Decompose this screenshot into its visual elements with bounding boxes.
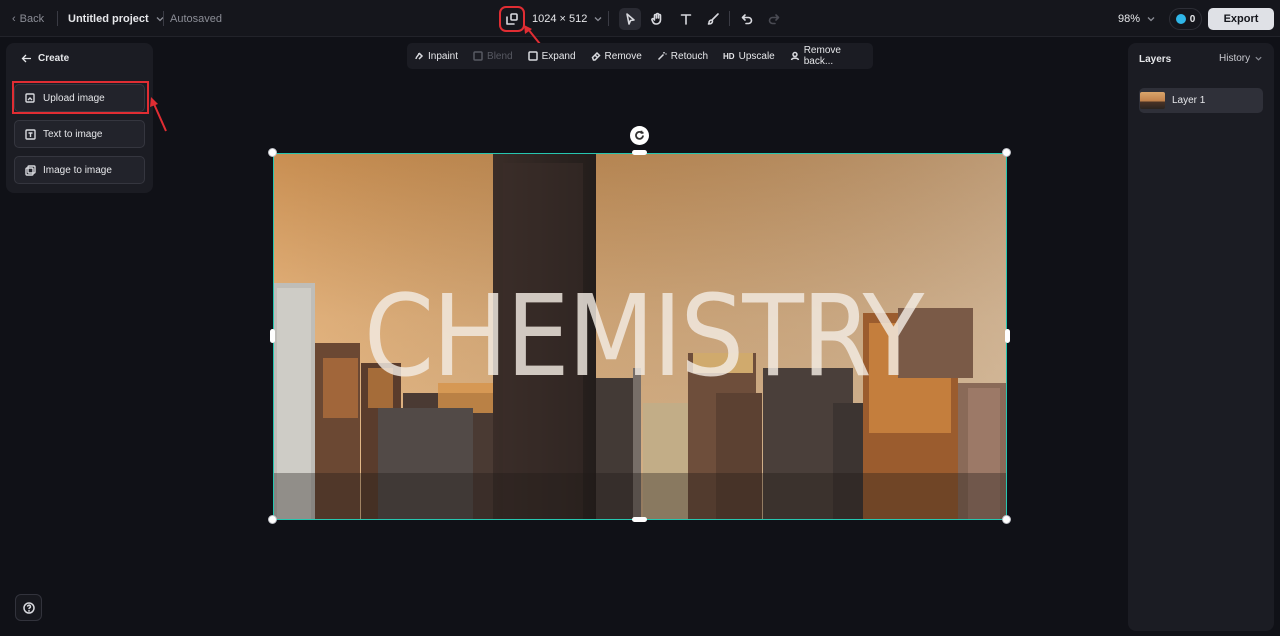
undo-button[interactable] xyxy=(736,8,758,30)
annotation-box xyxy=(12,81,149,114)
expand-button[interactable]: Expand xyxy=(527,50,576,62)
create-panel: Create Upload image Text to image Image … xyxy=(6,43,153,193)
zoom-value: 98% xyxy=(1118,12,1141,25)
canvas-image[interactable]: CHEMISTRY xyxy=(273,153,1007,520)
divider xyxy=(729,11,730,26)
image-to-image-button[interactable]: Image to image xyxy=(14,156,145,184)
rotate-handle[interactable] xyxy=(630,126,649,145)
resize-handle-bottom-left[interactable] xyxy=(268,515,277,524)
text-icon xyxy=(680,14,692,25)
zoom-dropdown[interactable]: 98% xyxy=(1118,0,1156,37)
text-image-icon xyxy=(25,128,36,140)
brush-tool-button[interactable] xyxy=(702,8,724,30)
history-dropdown[interactable]: History xyxy=(1219,53,1263,64)
redo-icon xyxy=(768,14,780,25)
save-status: Autosaved xyxy=(170,12,222,25)
help-button[interactable] xyxy=(15,594,42,621)
remove-button[interactable]: Remove xyxy=(591,51,642,62)
credits-badge[interactable]: 0 xyxy=(1169,8,1202,30)
top-bar: ‹ Back Untitled project Autosaved 1024 ×… xyxy=(0,0,1280,37)
redo-button[interactable] xyxy=(763,8,785,30)
resize-handle-right[interactable] xyxy=(1005,329,1010,343)
menu-label: Text to image xyxy=(43,128,103,140)
toolbar-label: Expand xyxy=(541,50,576,62)
toolbar-label: Inpaint xyxy=(428,50,459,62)
remove-background-icon xyxy=(790,51,799,61)
credits-count: 0 xyxy=(1189,13,1196,25)
canvas-size-value: 1024 × 512 xyxy=(532,12,588,25)
resize-handle-top-right[interactable] xyxy=(1002,148,1011,157)
history-label: History xyxy=(1219,53,1251,64)
resize-handle-bottom[interactable] xyxy=(632,517,647,522)
edit-toolbar: Inpaint Blend Expand Remove Retouch HD U… xyxy=(407,43,873,69)
back-button[interactable]: ‹ Back xyxy=(12,0,44,37)
project-title: Untitled project xyxy=(68,12,149,25)
toolbar-label: Upscale xyxy=(738,50,775,62)
inpaint-button[interactable]: Inpaint xyxy=(414,51,458,62)
resize-handle-left[interactable] xyxy=(270,329,275,343)
help-icon xyxy=(22,601,35,614)
city-skyline-image: CHEMISTRY xyxy=(273,153,1007,520)
resize-icon xyxy=(506,13,518,25)
layer-item[interactable]: Layer 1 xyxy=(1139,88,1263,113)
cursor-icon xyxy=(626,13,635,25)
divider xyxy=(608,11,609,26)
create-header[interactable]: Create xyxy=(21,53,69,64)
image-to-image-icon xyxy=(25,164,36,176)
credit-icon xyxy=(1175,14,1186,24)
layer-thumbnail xyxy=(1140,92,1165,109)
divider xyxy=(57,11,58,26)
toolbar-label: Remove back... xyxy=(803,45,841,67)
remove-background-button[interactable]: Remove back... xyxy=(790,45,873,67)
toolbar-label: Remove xyxy=(604,50,642,62)
annotation-arrow xyxy=(150,97,167,132)
create-title: Create xyxy=(38,53,70,64)
hand-tool-button[interactable] xyxy=(646,8,668,30)
toolbar-label: Blend xyxy=(487,50,513,62)
magic-wand-icon xyxy=(657,52,667,61)
brush-icon xyxy=(707,13,719,25)
divider xyxy=(163,11,164,26)
toolbar-label: Retouch xyxy=(670,50,709,62)
export-button[interactable]: Export xyxy=(1208,8,1274,30)
retouch-button[interactable]: Retouch xyxy=(657,51,708,62)
menu-label: Image to image xyxy=(43,164,112,176)
blend-button[interactable]: Blend xyxy=(473,51,513,62)
text-tool-button[interactable] xyxy=(675,8,697,30)
inpaint-icon xyxy=(415,52,424,60)
text-to-image-button[interactable]: Text to image xyxy=(14,120,145,148)
resize-handle-bottom-right[interactable] xyxy=(1002,515,1011,524)
layers-tab[interactable]: Layers xyxy=(1139,54,1171,65)
undo-icon xyxy=(741,14,753,25)
chevron-down-icon xyxy=(1147,16,1155,21)
layer-name: Layer 1 xyxy=(1172,95,1206,106)
chevron-down-icon xyxy=(1255,56,1262,61)
upscale-button[interactable]: HD Upscale xyxy=(723,51,775,62)
blend-icon xyxy=(473,51,483,61)
expand-icon xyxy=(527,51,538,61)
chevron-left-icon: ‹ xyxy=(12,12,16,25)
chevron-down-icon xyxy=(594,16,602,21)
hand-icon xyxy=(651,12,662,25)
rotate-icon xyxy=(635,130,644,140)
resize-handle-top-left[interactable] xyxy=(268,148,277,157)
eraser-icon xyxy=(591,51,601,61)
select-tool-button[interactable] xyxy=(619,8,641,30)
resize-handle-top[interactable] xyxy=(632,150,647,155)
overlay-headline: CHEMISTRY xyxy=(364,272,925,402)
layers-panel: Layers History Layer 1 xyxy=(1128,43,1274,631)
back-label: Back xyxy=(19,12,45,25)
project-title-dropdown[interactable]: Untitled project xyxy=(68,0,165,37)
arrow-left-icon xyxy=(21,54,31,63)
hd-icon: HD xyxy=(723,51,735,61)
